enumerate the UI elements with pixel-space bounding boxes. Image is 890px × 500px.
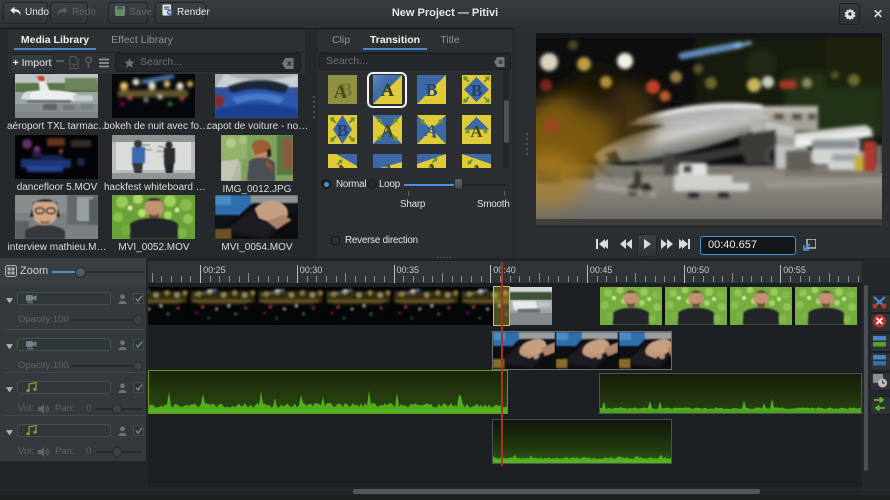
svg-text:A: A <box>381 121 394 141</box>
svg-text:B: B <box>425 80 437 100</box>
svg-text:A: A <box>381 80 394 100</box>
svg-text:B: B <box>470 81 481 100</box>
svg-text:A: A <box>425 160 438 168</box>
svg-text:A: A <box>379 159 395 168</box>
svg-text:A: A <box>334 82 348 103</box>
svg-text:A: A <box>470 161 483 168</box>
svg-text:A: A <box>470 122 483 141</box>
svg-text:B: B <box>337 121 348 140</box>
